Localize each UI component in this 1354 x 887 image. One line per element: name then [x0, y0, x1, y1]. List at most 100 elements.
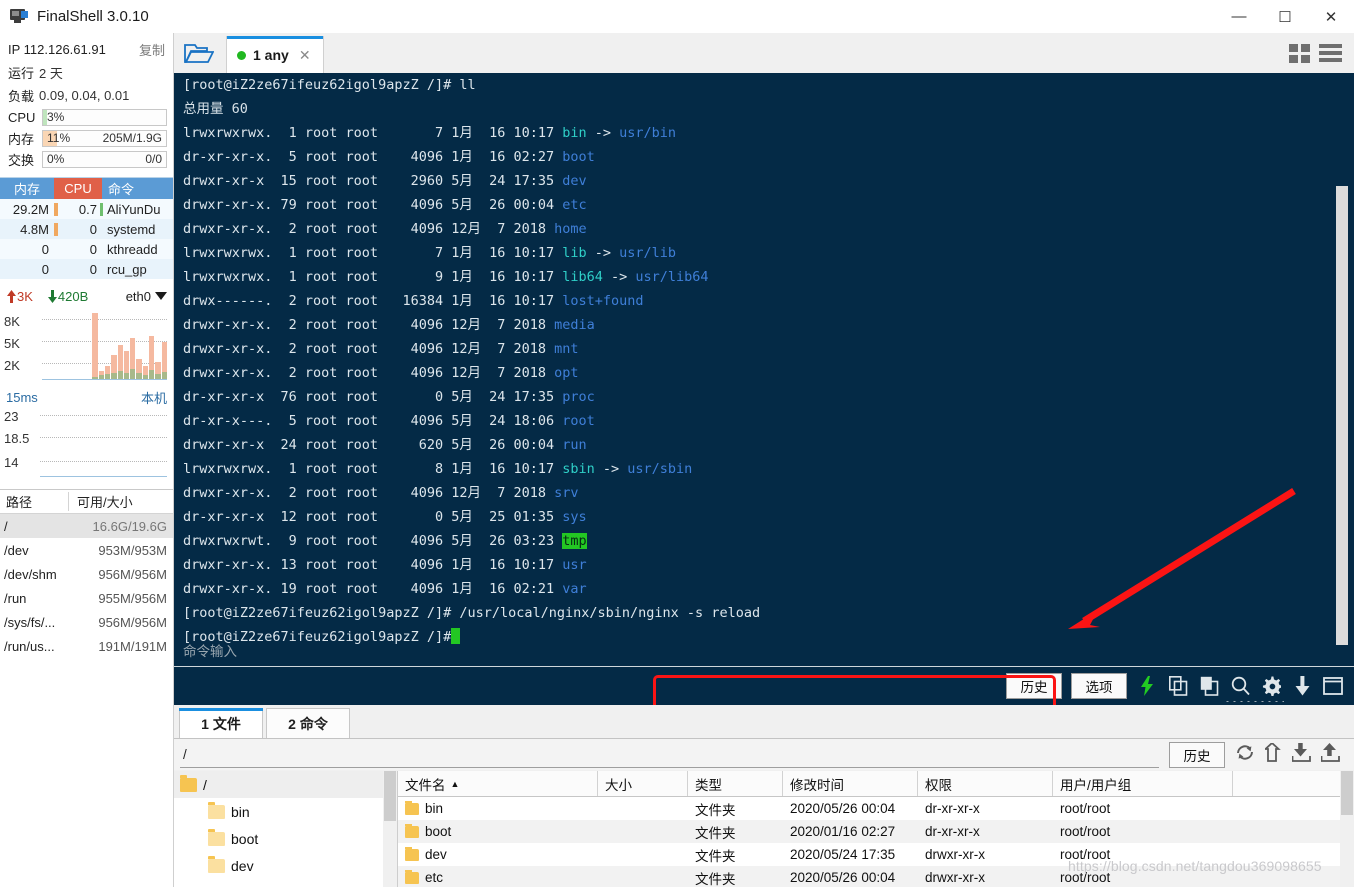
terminal-entry-line: drwxr-xr-x 24 root root 620 5月 26 00:04 … [183, 437, 587, 453]
tree-item-bin[interactable]: bin [174, 798, 397, 825]
tab-files[interactable]: 1 文件 [179, 708, 263, 738]
folder-icon [405, 847, 419, 861]
process-memory: 0 [41, 241, 49, 257]
swap-meter-label: 交换 [8, 153, 35, 168]
latency-y-label: 14 [4, 455, 19, 470]
file-list: 文件名 ▲ 大小 类型 修改时间 权限 用户/用户组 bin 文件夹 2020/… [398, 771, 1354, 887]
disk-col-path[interactable]: 路径 [0, 492, 68, 511]
list-view-icon[interactable] [1319, 44, 1342, 68]
file-manager-body: / bin boot dev 文件名 ▲ 大小 类型 修改时间 权限 用户/用户… [174, 771, 1354, 887]
disk-path: /dev/shm [4, 566, 57, 582]
path-input[interactable]: / [180, 742, 1159, 768]
prompt-text: [root@iZ2ze67ifeuz62igol9apzZ /]# [183, 77, 452, 93]
disk-table: 路径 可用/大小 / 16.6G/19.6G /dev 953M/953M /d… [0, 489, 173, 658]
disk-size: 953M/953M [98, 542, 167, 558]
lightning-icon[interactable] [1136, 674, 1158, 698]
tree-item-dev[interactable]: dev [174, 852, 397, 879]
column-mtime[interactable]: 修改时间 [783, 771, 918, 796]
tab-commands[interactable]: 2 命令 [266, 708, 350, 738]
tree-scrollbar[interactable] [383, 771, 397, 887]
cpu-meter-percent: 3% [47, 110, 65, 124]
gear-icon[interactable] [1260, 674, 1282, 698]
tree-item-boot[interactable]: boot [174, 825, 397, 852]
terminal-scrollbar[interactable] [1336, 186, 1348, 645]
upload-value: 3K [17, 288, 33, 304]
terminal-entry-line: lrwxrwxrwx. 1 root root 9 1月 16 10:17 li… [183, 269, 709, 285]
disk-row[interactable]: /dev/shm 956M/956M [0, 562, 173, 586]
disk-size: 16.6G/19.6G [92, 518, 167, 534]
column-size[interactable]: 大小 [598, 771, 688, 796]
process-col-cpu[interactable]: CPU [54, 178, 102, 199]
file-name: usr [562, 557, 587, 573]
disk-path: /run/us... [4, 638, 55, 654]
grid-view-icon[interactable] [1289, 44, 1310, 68]
upload-file-icon[interactable] [1320, 742, 1340, 767]
terminal-output[interactable]: [root@iZ2ze67ifeuz62igol9apzZ /]# ll 总用量… [174, 73, 1354, 705]
terminal-entry-line: drwxr-xr-x. 19 root root 4096 1月 16 02:2… [183, 581, 587, 597]
disk-row[interactable]: /run/us... 191M/191M [0, 634, 173, 658]
refresh-icon[interactable] [1235, 743, 1255, 767]
column-type[interactable]: 类型 [688, 771, 783, 796]
download-icon[interactable] [1291, 674, 1313, 698]
column-permissions[interactable]: 权限 [918, 771, 1053, 796]
column-filename[interactable]: 文件名 ▲ [398, 771, 598, 796]
process-row[interactable]: 0 0 kthreadd [0, 239, 173, 259]
paste-icon[interactable] [1198, 674, 1220, 698]
disk-row[interactable]: /dev 953M/953M [0, 538, 173, 562]
file-type-cell: 文件夹 [695, 802, 736, 818]
file-list-scrollbar[interactable] [1340, 771, 1354, 887]
disk-row[interactable]: /sys/fs/... 956M/956M [0, 610, 173, 634]
file-row[interactable]: bin 文件夹 2020/05/26 00:04 dr-xr-xr-x root… [398, 797, 1354, 820]
file-owner-cell: root/root [1060, 847, 1111, 862]
process-table: 内存 CPU 命令 29.2M 0.7 AliYunDu 4.8M 0 syst… [0, 177, 173, 279]
network-interface-selector[interactable]: eth0 [126, 289, 167, 304]
folder-icon [405, 870, 419, 884]
search-icon[interactable] [1229, 674, 1251, 698]
download-file-icon[interactable] [1291, 742, 1311, 767]
close-tab-icon[interactable]: ✕ [299, 47, 311, 64]
file-row[interactable]: boot 文件夹 2020/01/16 02:27 dr-xr-xr-x roo… [398, 820, 1354, 843]
network-y-label: 2K [4, 358, 20, 373]
minimize-icon[interactable]: — [1216, 0, 1262, 33]
latency-host: 本机 [140, 391, 167, 406]
file-permissions-cell: dr-xr-xr-x [925, 824, 980, 839]
close-icon[interactable]: ✕ [1308, 0, 1354, 33]
terminal-tab[interactable]: 1 any ✕ [226, 36, 324, 73]
file-name: srv [554, 485, 579, 501]
file-owner-cell: root/root [1060, 801, 1111, 816]
column-owner[interactable]: 用户/用户组 [1053, 771, 1233, 796]
disk-row[interactable]: / 16.6G/19.6G [0, 514, 173, 538]
download-indicator: 420B [47, 289, 88, 304]
process-row[interactable]: 29.2M 0.7 AliYunDu [0, 199, 173, 219]
file-row[interactable]: etc 文件夹 2020/05/26 00:04 drwxr-xr-x root… [398, 866, 1354, 887]
title-bar: FinalShell 3.0.10 — ☐ ✕ [0, 0, 1354, 33]
file-row[interactable]: dev 文件夹 2020/05/24 17:35 drwxr-xr-x root… [398, 843, 1354, 866]
process-row[interactable]: 4.8M 0 systemd [0, 219, 173, 239]
window-icon[interactable] [1322, 674, 1344, 698]
open-folder-icon[interactable] [174, 33, 224, 73]
process-col-memory[interactable]: 内存 [0, 178, 54, 199]
file-name: lib64 [562, 269, 603, 285]
process-col-command[interactable]: 命令 [102, 178, 173, 199]
command-input[interactable]: 命令输入 [174, 637, 1354, 667]
chevron-down-icon [155, 292, 167, 300]
app-logo-icon [10, 9, 28, 24]
main-area: 1 any ✕ [root@iZ2ze67ifeuz62igol9apzZ /]… [174, 33, 1354, 887]
terminal-entry-line: dr-xr-xr-x 76 root root 0 5月 24 17:35 pr… [183, 389, 595, 405]
highlighted-command: /usr/local/nginx/sbin/nginx -s reload [459, 605, 761, 621]
copy-ip-button[interactable]: 复制 [139, 40, 165, 59]
copy-icon[interactable] [1167, 674, 1189, 698]
link-target: usr/bin [619, 125, 677, 141]
link-target: usr/sbin [627, 461, 693, 477]
disk-row[interactable]: /run 955M/956M [0, 586, 173, 610]
up-arrow-icon[interactable] [1263, 741, 1282, 767]
process-row[interactable]: 0 0 rcu_gp [0, 259, 173, 279]
history-button[interactable]: 历史 [1006, 673, 1062, 699]
maximize-icon[interactable]: ☐ [1262, 0, 1308, 33]
file-history-button[interactable]: 历史 [1169, 741, 1225, 768]
folder-icon [208, 801, 225, 819]
options-button[interactable]: 选项 [1071, 673, 1127, 699]
file-owner-cell: root/root [1060, 870, 1111, 885]
disk-col-size[interactable]: 可用/大小 [68, 492, 173, 511]
tree-item-root[interactable]: / [174, 771, 397, 798]
